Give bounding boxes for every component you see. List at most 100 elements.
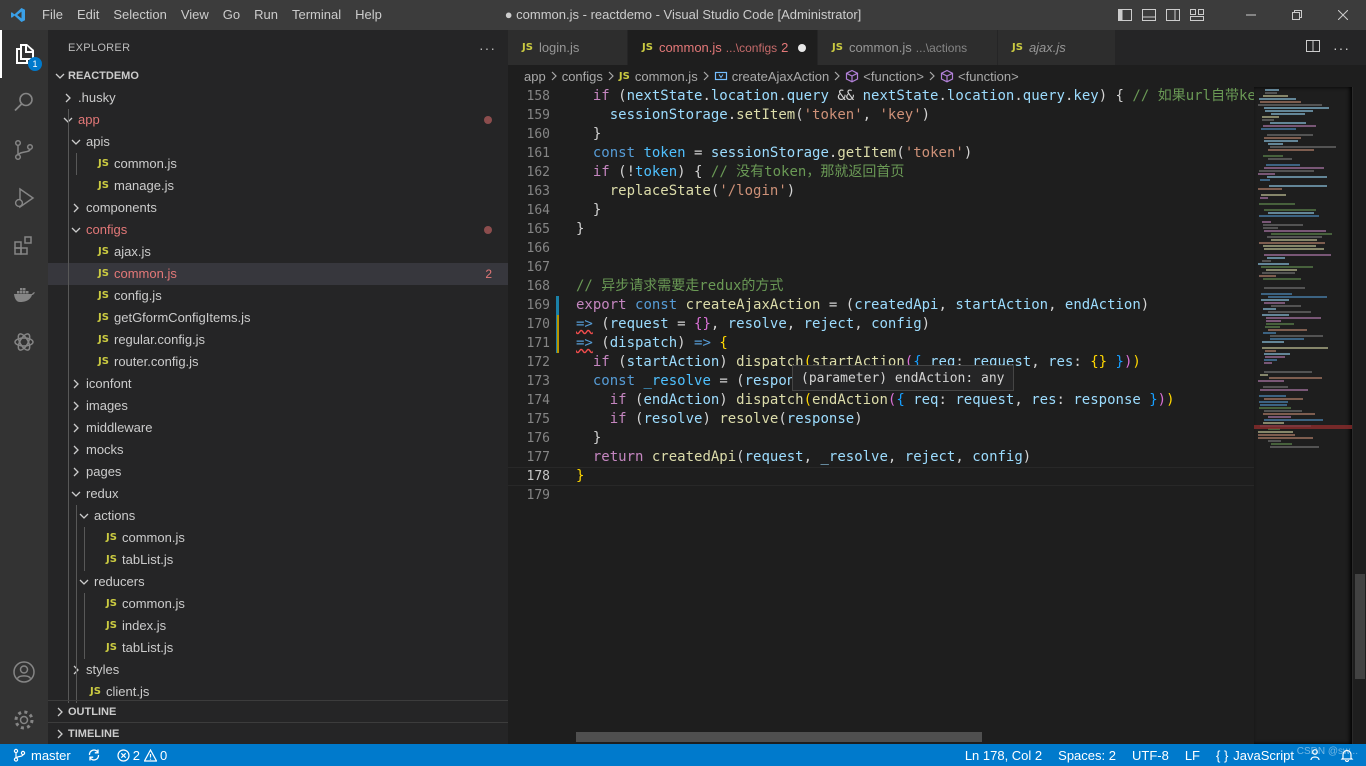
- openai-icon[interactable]: [0, 318, 48, 366]
- toggle-panel-icon[interactable]: [1140, 6, 1158, 24]
- language-mode[interactable]: { } JavaScript: [1208, 744, 1302, 766]
- scrollbar-thumb[interactable]: [1355, 574, 1365, 679]
- folder-item[interactable]: configs: [48, 219, 508, 241]
- menu-item-view[interactable]: View: [174, 0, 216, 30]
- split-editor-icon[interactable]: [1305, 38, 1321, 57]
- folder-item[interactable]: images: [48, 395, 508, 417]
- minimap-line: [1270, 146, 1336, 148]
- minimap-line: [1262, 260, 1271, 262]
- breadcrumb-item-function-1[interactable]: <function>: [863, 69, 924, 84]
- folder-item[interactable]: iconfont: [48, 373, 508, 395]
- folder-item[interactable]: app: [48, 109, 508, 131]
- close-button[interactable]: [1320, 0, 1366, 30]
- editor-tab[interactable]: JS login.js: [508, 30, 628, 65]
- folder-item[interactable]: apis: [48, 131, 508, 153]
- editor-tab[interactable]: JS ajax.js: [998, 30, 1116, 65]
- run-debug-icon[interactable]: [0, 174, 48, 222]
- chevron-right-icon: [549, 71, 559, 81]
- file-item[interactable]: JS tabList.js: [48, 637, 508, 659]
- extensions-icon[interactable]: [0, 222, 48, 270]
- customize-layout-icon[interactable]: [1188, 6, 1206, 24]
- folder-item[interactable]: styles: [48, 659, 508, 681]
- notifications-button[interactable]: [1332, 744, 1366, 766]
- restore-button[interactable]: [1274, 0, 1320, 30]
- folder-item[interactable]: mocks: [48, 439, 508, 461]
- breadcrumb-item-app[interactable]: app: [524, 69, 546, 84]
- file-item[interactable]: JS common.js: [48, 153, 508, 175]
- file-item[interactable]: JS regular.config.js: [48, 329, 508, 351]
- workspace-root[interactable]: REACTDEMO: [48, 65, 508, 87]
- minimap-line: [1264, 107, 1329, 109]
- minimap-line: [1261, 128, 1296, 130]
- file-item[interactable]: JS router.config.js: [48, 351, 508, 373]
- menu-item-selection[interactable]: Selection: [106, 0, 173, 30]
- account-icon[interactable]: [0, 648, 48, 696]
- folder-item[interactable]: components: [48, 197, 508, 219]
- file-item[interactable]: JS common.js: [48, 593, 508, 615]
- file-item[interactable]: JS getGformConfigItems.js: [48, 307, 508, 329]
- breadcrumb-item-symbol[interactable]: createAjaxAction: [732, 69, 830, 84]
- folder-item[interactable]: redux: [48, 483, 508, 505]
- menu-item-edit[interactable]: Edit: [70, 0, 106, 30]
- folder-item[interactable]: reducers: [48, 571, 508, 593]
- breadcrumb-item-file[interactable]: common.js: [635, 69, 698, 84]
- folder-item[interactable]: .husky: [48, 87, 508, 109]
- file-item[interactable]: JS config.js: [48, 285, 508, 307]
- line-number: 169: [526, 298, 550, 313]
- file-item[interactable]: JS manage.js: [48, 175, 508, 197]
- explorer-title: EXPLORER: [68, 41, 131, 54]
- editor-tab[interactable]: JS common.js ...\configs 2: [628, 30, 818, 65]
- more-actions-icon[interactable]: ···: [1333, 40, 1350, 56]
- variable-icon: [714, 69, 728, 83]
- minimap-line: [1262, 221, 1271, 223]
- sync-button[interactable]: [79, 744, 109, 766]
- branch-status[interactable]: master: [0, 744, 79, 766]
- menu-item-help[interactable]: Help: [348, 0, 389, 30]
- file-item[interactable]: JS tabList.js: [48, 549, 508, 571]
- minimap-line: [1263, 308, 1276, 310]
- folder-item[interactable]: middleware: [48, 417, 508, 439]
- source-control-icon[interactable]: [0, 126, 48, 174]
- tree-item-label: redux: [86, 486, 119, 501]
- settings-gear-icon[interactable]: [0, 696, 48, 744]
- toggle-secondary-sidebar-icon[interactable]: [1164, 6, 1182, 24]
- title-bar: File Edit Selection View Go Run Terminal Help ●…: [0, 0, 1366, 30]
- explorer-icon[interactable]: 1: [0, 30, 48, 78]
- vertical-scrollbar[interactable]: [1352, 87, 1366, 744]
- problems-status[interactable]: 2 0: [109, 744, 175, 766]
- minimap[interactable]: [1254, 87, 1352, 744]
- minimap-line: [1266, 269, 1297, 271]
- folder-item[interactable]: pages: [48, 461, 508, 483]
- breadcrumb-item-function-2[interactable]: <function>: [958, 69, 1019, 84]
- unsaved-dot[interactable]: [798, 43, 807, 52]
- line-number: 161: [526, 146, 550, 161]
- menu-item-file[interactable]: File: [35, 0, 70, 30]
- outline-section[interactable]: OUTLINE: [48, 700, 508, 722]
- breadcrumb-item-configs[interactable]: configs: [562, 69, 603, 84]
- vscode-logo-icon: [0, 0, 35, 30]
- chevron-down-icon: [68, 483, 84, 505]
- folder-item[interactable]: actions: [48, 505, 508, 527]
- minimize-button[interactable]: [1228, 0, 1274, 30]
- code-line: 174 if (endAction) dispatch(endAction({ …: [508, 391, 1254, 410]
- toggle-sidebar-icon[interactable]: [1116, 6, 1134, 24]
- cursor-position[interactable]: Ln 178, Col 2: [957, 744, 1050, 766]
- menu-item-terminal[interactable]: Terminal: [285, 0, 348, 30]
- file-item[interactable]: JS index.js: [48, 615, 508, 637]
- file-item[interactable]: JS common.js 2: [48, 263, 508, 285]
- menu-item-run[interactable]: Run: [247, 0, 285, 30]
- encoding-status[interactable]: UTF-8: [1124, 744, 1177, 766]
- docker-icon[interactable]: [0, 270, 48, 318]
- eol-status[interactable]: LF: [1177, 744, 1208, 766]
- feedback-button[interactable]: [1302, 744, 1332, 766]
- timeline-section[interactable]: TIMELINE: [48, 722, 508, 744]
- menu-item-go[interactable]: Go: [216, 0, 247, 30]
- file-item[interactable]: JS common.js: [48, 527, 508, 549]
- code-editor[interactable]: 158 if (nextState.location.query && next…: [508, 87, 1254, 744]
- horizontal-scrollbar[interactable]: [576, 732, 982, 742]
- editor-tab[interactable]: JS common.js ...\actions: [818, 30, 998, 65]
- more-actions-icon[interactable]: ···: [479, 40, 496, 56]
- search-icon[interactable]: [0, 78, 48, 126]
- file-item[interactable]: JS ajax.js: [48, 241, 508, 263]
- indentation-status[interactable]: Spaces: 2: [1050, 744, 1124, 766]
